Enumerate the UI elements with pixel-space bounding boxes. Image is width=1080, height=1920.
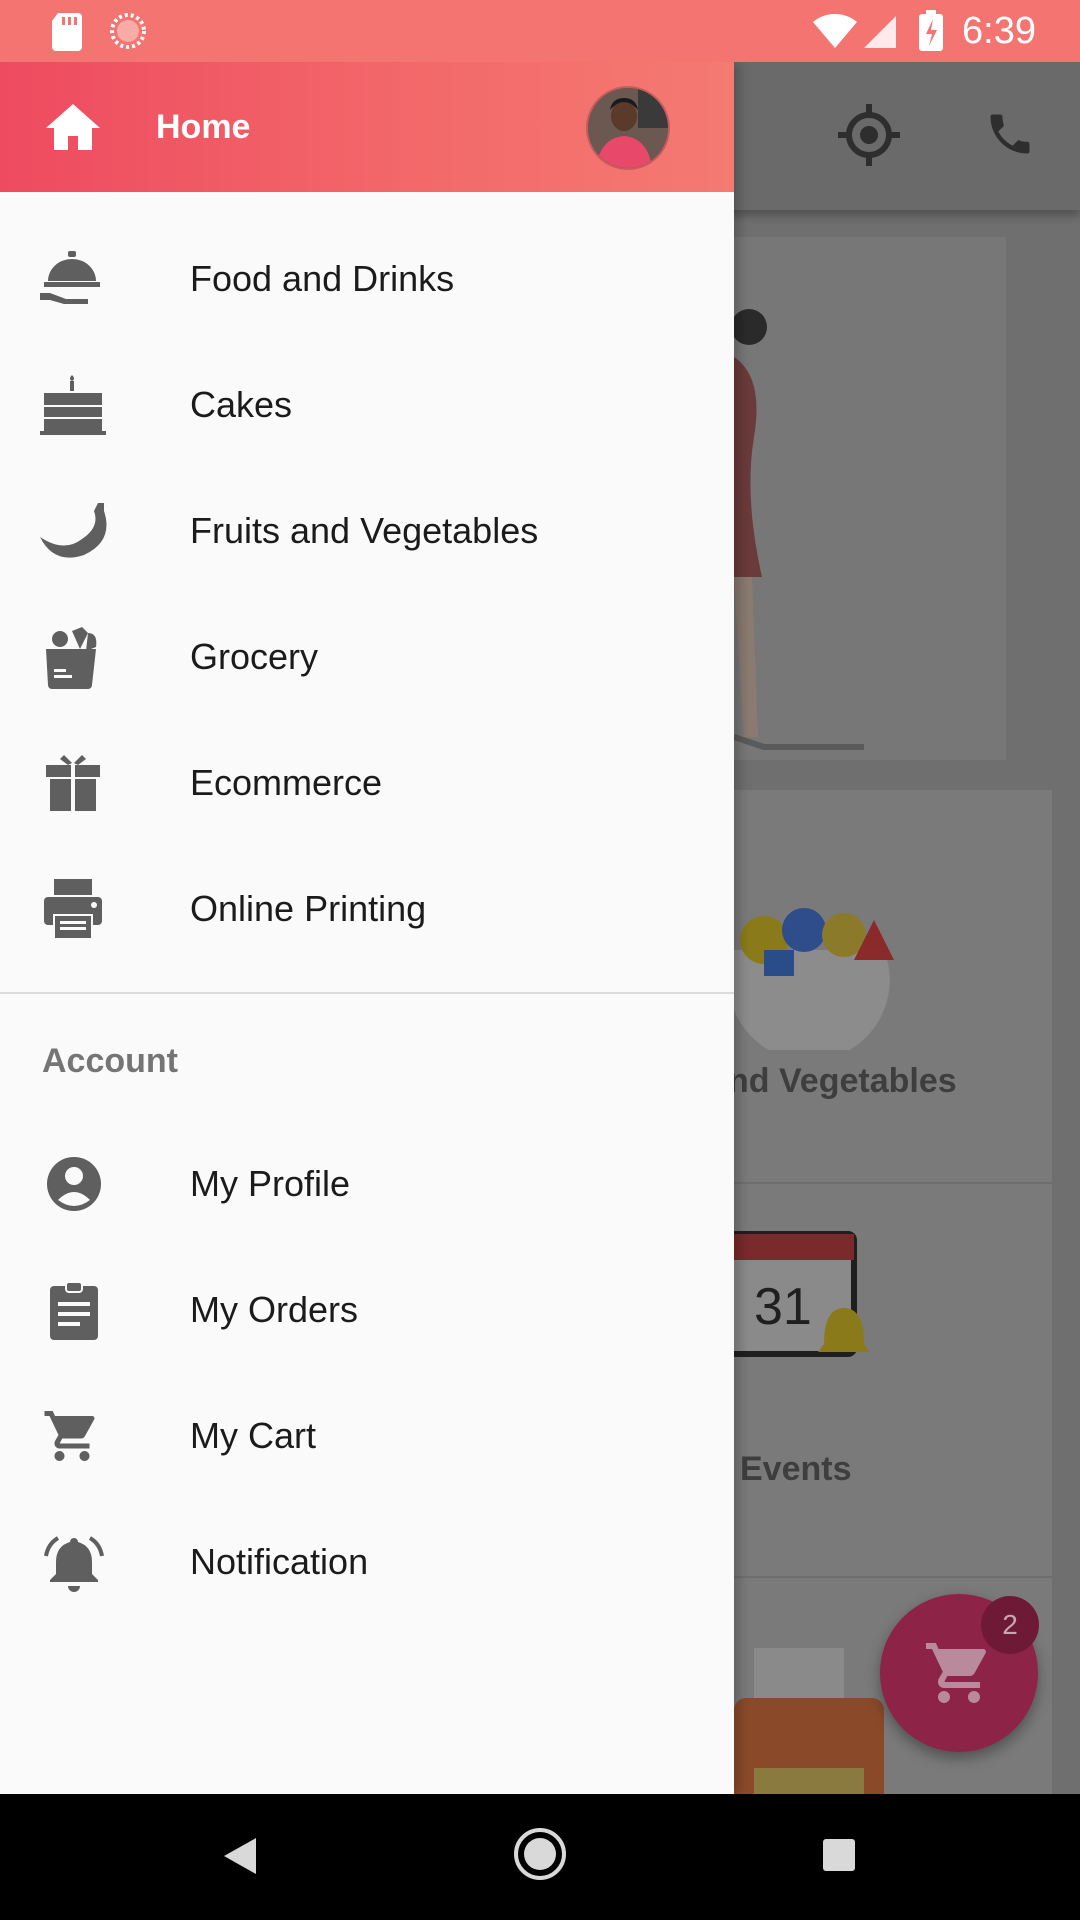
recent-apps-icon[interactable] (822, 1838, 856, 1877)
cart-icon (926, 1643, 986, 1703)
background-card-fruits (734, 790, 1052, 1182)
drawer-item-label: My Cart (190, 1415, 316, 1456)
cart-fab-button[interactable]: 2 (880, 1594, 1039, 1752)
cart-icon (38, 1406, 108, 1466)
sync-icon (108, 11, 148, 56)
printer-icon (38, 879, 108, 940)
avatar[interactable] (586, 86, 670, 170)
drawer-divider (0, 992, 734, 994)
account-section-heading: Account (42, 1042, 178, 1080)
drawer-item-my-cart[interactable]: My Cart (0, 1373, 734, 1499)
drawer-item-my-profile[interactable]: My Profile (0, 1121, 734, 1247)
drawer-header[interactable]: Home (0, 62, 734, 192)
drawer-item-label: Fruits and Vegetables (190, 510, 539, 551)
drawer-home-title: Home (156, 108, 251, 146)
drawer-item-label: My Orders (190, 1289, 359, 1330)
bell-icon (38, 1532, 108, 1592)
sd-card-icon (50, 11, 84, 56)
home-icon (44, 102, 102, 157)
drawer-item-fruits-and-vegetables[interactable]: Fruits and Vegetables (0, 468, 734, 594)
drawer-item-ecommerce[interactable]: Ecommerce (0, 720, 734, 846)
calendar-day: 31 (754, 1278, 812, 1336)
cake-icon (38, 375, 108, 435)
drawer-item-label: Online Printing (190, 888, 427, 929)
signal-icon (862, 14, 898, 55)
drawer-item-label: Grocery (190, 636, 319, 677)
drawer-item-food-and-drinks[interactable]: Food and Drinks (0, 216, 734, 342)
drawer-item-notification[interactable]: Notification (0, 1499, 734, 1625)
cart-count-badge: 2 (981, 1596, 1039, 1654)
drawer-item-cakes[interactable]: Cakes (0, 342, 734, 468)
battery-charging-icon (918, 10, 944, 57)
status-bar: 6:39 (0, 0, 1080, 62)
background-card-events: 31 (724, 1184, 1052, 1576)
banana-icon (38, 501, 108, 561)
drawer-item-label: Notification (190, 1541, 369, 1582)
location-target-icon (836, 102, 902, 173)
wifi-icon (812, 13, 858, 55)
drawer-item-label: Ecommerce (190, 762, 383, 803)
drawer-item-label: Cakes (190, 384, 293, 425)
back-icon[interactable] (222, 1836, 258, 1881)
food-cloche-icon (38, 249, 108, 309)
drawer-item-online-printing[interactable]: Online Printing (0, 846, 734, 972)
background-banner-image (731, 237, 1006, 760)
grocery-bag-icon (38, 627, 108, 689)
phone-icon (984, 108, 1036, 165)
navigation-drawer: Home Food and Drinks Cakes Fruits and Ve… (0, 62, 734, 1794)
status-time: 6:39 (962, 10, 1036, 52)
account-circle-icon (38, 1154, 108, 1214)
home-circle-icon[interactable] (512, 1826, 568, 1887)
drawer-item-my-orders[interactable]: My Orders (0, 1247, 734, 1373)
gift-icon (38, 753, 108, 813)
drawer-item-label: My Profile (190, 1163, 351, 1204)
system-nav-bar (0, 1794, 1080, 1920)
clipboard-icon (38, 1280, 108, 1340)
background-card-label: nd Vegetables (728, 1062, 957, 1100)
background-card-label: Events (740, 1450, 852, 1488)
drawer-item-grocery[interactable]: Grocery (0, 594, 734, 720)
drawer-item-label: Food and Drinks (190, 258, 455, 299)
